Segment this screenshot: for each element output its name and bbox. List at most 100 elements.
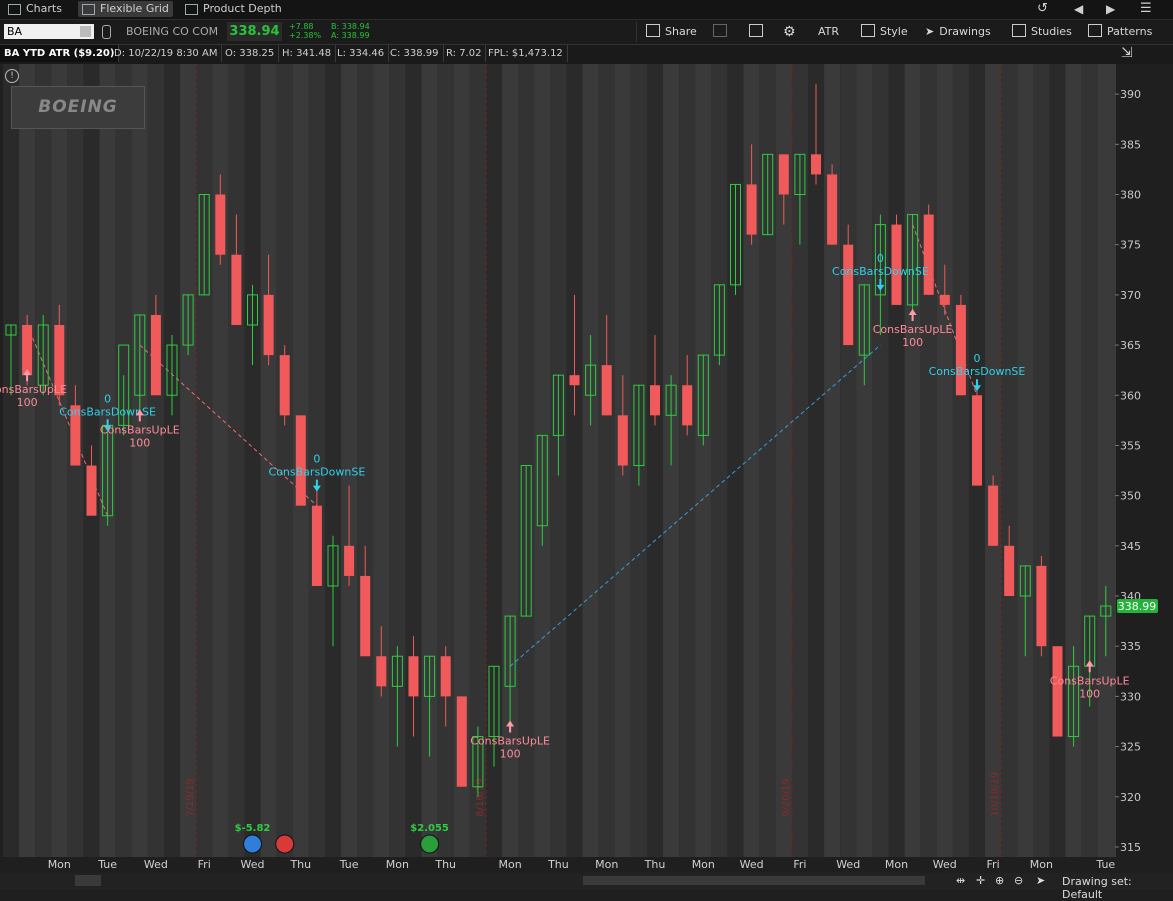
patterns-icon: [1088, 24, 1102, 37]
change-percent: +2.38%: [289, 31, 322, 40]
gear-icon: ⚙: [783, 24, 796, 40]
candle-body: [778, 154, 789, 195]
cursor-icon: ➤: [925, 25, 935, 38]
crosshair-icon[interactable]: ✛: [976, 875, 988, 886]
scroll-handle-left[interactable]: [75, 875, 101, 886]
buy-signal-label: ConsBarsUpLE: [0, 383, 67, 396]
net-change: +7.88 +2.38%: [289, 22, 321, 40]
day-band: [872, 64, 889, 857]
open-value: O: 338.25: [221, 45, 280, 62]
day-band: [952, 64, 969, 857]
scroll-thumb[interactable]: [583, 876, 925, 885]
day-band: [35, 64, 52, 857]
day-band: [904, 64, 921, 857]
fpl-value: FPL: $1,473.12: [484, 45, 568, 62]
share-button[interactable]: Share: [646, 24, 697, 40]
day-band: [1017, 64, 1034, 857]
x-tick-label: Mon: [692, 858, 715, 871]
x-tick-label: Thu: [289, 858, 311, 871]
link-icon[interactable]: [102, 25, 111, 39]
buy-signal-qty: 100: [902, 336, 923, 349]
candle-body: [408, 656, 419, 697]
studies-button[interactable]: Studies: [1012, 24, 1072, 40]
candle-body: [440, 656, 451, 697]
y-tick-label: 370: [1120, 289, 1141, 302]
candle-body: [311, 505, 322, 586]
sell-signal-label: ConsBarsDownSE: [832, 265, 929, 278]
conference-call-icon: [275, 834, 295, 854]
buy-signal-label: ConsBarsUpLE: [100, 423, 180, 436]
day-band: [180, 64, 197, 857]
style-icon: [861, 24, 875, 37]
back-icon[interactable]: ◀: [1074, 1, 1083, 17]
day-band: [373, 64, 390, 857]
patterns-button[interactable]: Patterns: [1088, 24, 1152, 40]
undo-icon[interactable]: ↺: [1037, 1, 1048, 17]
x-tick-label: Thu: [434, 858, 456, 871]
candle-body: [617, 415, 628, 466]
studies-icon: [1012, 24, 1026, 37]
candle-body: [344, 545, 355, 576]
candle-body: [1036, 565, 1047, 647]
buy-signal-qty: 100: [500, 748, 521, 761]
buy-signal-label: ConsBarsUpLE: [470, 735, 550, 748]
alert-icon[interactable]: !: [5, 69, 19, 83]
pointer-icon[interactable]: ➤: [1036, 875, 1048, 886]
close-value: C: 338.99: [386, 45, 444, 62]
candle-body: [843, 244, 854, 346]
candle-body: [86, 465, 97, 516]
x-tick-label: Mon: [498, 858, 521, 871]
x-tick-label: Wed: [241, 858, 265, 871]
study-title: BA YTD ATR ($9.20): [0, 45, 120, 62]
y-tick-label: 315: [1120, 841, 1141, 854]
bar-date: D: 10/22/19 8:30 AM: [110, 45, 223, 62]
x-tick-label: Mon: [386, 858, 409, 871]
date-marker-label: 7/19/19: [185, 778, 196, 817]
event-label: $-5.82: [235, 823, 271, 834]
symbol-dropdown-icon[interactable]: [80, 26, 91, 37]
buy-signal-label: ConsBarsUpLE: [1050, 674, 1130, 687]
day-band: [695, 64, 712, 857]
x-tick-label: Fri: [793, 858, 806, 871]
style-button[interactable]: Style: [861, 24, 908, 40]
forward-icon[interactable]: ▶: [1106, 1, 1115, 17]
zoom-out-icon[interactable]: ⊖: [1014, 875, 1026, 886]
tab-product-depth[interactable]: Product Depth: [185, 1, 282, 17]
candle-body: [150, 314, 161, 396]
tab-flexible-grid[interactable]: Flexible Grid: [78, 1, 173, 17]
day-band: [260, 64, 277, 857]
zoom-in-icon[interactable]: ⊕: [995, 875, 1007, 886]
last-price: 338.94: [227, 22, 282, 41]
day-band: [888, 64, 905, 857]
y-tick-label: 390: [1120, 88, 1141, 101]
day-band: [405, 64, 422, 857]
day-band: [1097, 64, 1114, 857]
candle-body: [376, 656, 387, 687]
drawings-button[interactable]: ➤ Drawings: [925, 24, 991, 40]
ask-value: A: 338.99: [331, 31, 370, 40]
chart-scrollbar[interactable]: ⇹ ✛ ⊕ ⊖ ➤ Drawing set: Default: [0, 873, 1173, 901]
sell-signal-qty: 0: [313, 453, 320, 466]
candle-body: [263, 294, 274, 356]
tab-charts[interactable]: Charts: [8, 1, 62, 17]
day-band: [147, 64, 164, 857]
price-chart[interactable]: 3153203253303353403453503553603653703753…: [0, 64, 1173, 873]
change-value: +7.88: [289, 22, 314, 31]
buy-signal-qty: 100: [129, 436, 150, 449]
settings-button[interactable]: ⚙: [783, 24, 796, 40]
day-band: [341, 64, 358, 857]
expand-icon[interactable]: ⇲: [1117, 45, 1137, 62]
depth-icon: [185, 3, 198, 15]
x-tick-label: Mon: [1030, 858, 1053, 871]
candle-body: [1004, 545, 1015, 597]
fit-icon[interactable]: ⇹: [956, 875, 968, 886]
candle-body: [811, 154, 821, 175]
candle-body: [650, 385, 660, 416]
candle-body: [827, 174, 838, 245]
dividend-icon: [243, 834, 262, 854]
atr-button[interactable]: ATR: [818, 24, 839, 40]
snapshot-button[interactable]: [713, 24, 732, 40]
flask-button[interactable]: [749, 24, 768, 40]
day-band: [566, 64, 583, 857]
window-menu-icon[interactable]: ☰: [1140, 1, 1152, 17]
